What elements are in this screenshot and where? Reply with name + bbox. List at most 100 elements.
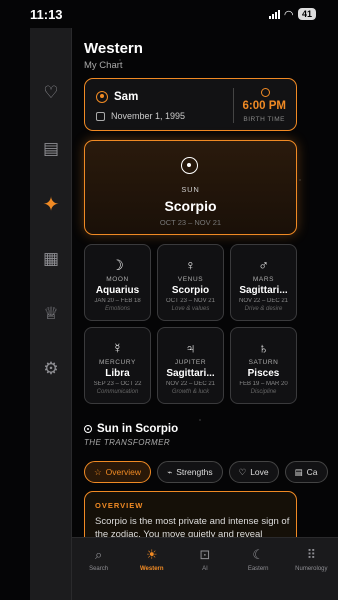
pulse-icon: ⌁ — [167, 466, 173, 477]
tab-label: Ca — [306, 467, 318, 477]
nav-label: Western — [139, 566, 164, 572]
heart-icon: ♡ — [238, 466, 247, 477]
planet-card-venus[interactable]: ♀ VENUS Scorpio OCT 23 – NOV 21 Love & v… — [157, 244, 224, 321]
mars-icon: ♂ — [258, 257, 269, 273]
moon-icon: ☾ — [252, 547, 264, 562]
planet-range: OCT 23 – NOV 21 — [166, 298, 215, 304]
planet-name: MARS — [252, 276, 275, 283]
planet-sign: Libra — [105, 368, 130, 379]
planet-description: Communication — [96, 389, 139, 395]
planet-name: SATURN — [248, 359, 279, 366]
wifi-icon: ◠ — [284, 8, 293, 21]
section-title: Sun in Scorpio — [84, 423, 178, 435]
status-indicators: ◠ 41 — [268, 8, 316, 21]
status-time: 11:13 — [30, 6, 63, 22]
settings-icon[interactable]: ⚙ — [41, 359, 61, 379]
nav-label: Eastern — [247, 566, 269, 572]
sun-icon — [84, 425, 92, 433]
planet-card-jupiter[interactable]: ♃ JUPITER Sagittari... NOV 22 – DEC 21 G… — [157, 327, 224, 404]
planet-card-mercury[interactable]: ☿ MERCURY Libra SEP 23 – OCT 22 Communic… — [84, 327, 151, 404]
overview-label: OVERVIEW — [95, 501, 144, 510]
tab-label: Love — [250, 467, 269, 477]
planet-range: JAN 20 – FEB 18 — [94, 298, 141, 304]
trophy-icon[interactable]: ♕ — [41, 304, 61, 324]
nav-label: AI — [202, 566, 208, 572]
planet-name: JUPITER — [174, 359, 207, 366]
page-title: Western — [84, 40, 143, 57]
planet-description: Discipline — [250, 389, 277, 395]
profile-card[interactable]: Sam November 1, 1995 6:00 PM BIRTH TIME — [84, 78, 297, 131]
planet-range: NOV 22 – DEC 21 — [165, 381, 216, 387]
side-rail: ♡ ▤ ✦ ▦ ♕ ⚙ — [30, 28, 72, 600]
planet-range: FEB 19 – MAR 20 — [239, 381, 288, 387]
profile-date-row: November 1, 1995 — [96, 111, 185, 121]
star-icon: ☆ — [94, 466, 102, 477]
venus-icon: ♀ — [185, 257, 196, 273]
planet-sign: Pisces — [247, 368, 280, 379]
user-icon — [96, 91, 108, 103]
sun-date-range: OCT 23 – NOV 21 — [159, 218, 222, 227]
planet-description: Emotions — [104, 306, 130, 312]
section-title-text: Sun in Scorpio — [97, 423, 179, 435]
planet-card-saturn[interactable]: ♄ SATURN Pisces FEB 19 – MAR 20 Discipli… — [230, 327, 297, 404]
sun-cloud-icon: ☀ — [145, 547, 158, 562]
profile-divider — [233, 88, 234, 123]
tab-overview[interactable]: ☆ Overview — [84, 461, 152, 483]
planet-grid: ☽ MOON Aquarius JAN 20 – FEB 18 Emotions… — [84, 244, 297, 404]
nav-western[interactable]: ☀ Western — [129, 547, 175, 600]
birth-time-label: BIRTH TIME — [243, 116, 285, 123]
calendar-icon — [96, 111, 105, 121]
briefcase-icon[interactable]: ▤ — [41, 139, 61, 159]
briefcase-icon: ▤ — [294, 466, 303, 477]
planet-range: NOV 22 – DEC 21 — [238, 298, 289, 304]
nav-label: Search — [89, 566, 109, 572]
planet-name: VENUS — [177, 276, 204, 283]
planet-description: Drive & desire — [244, 306, 283, 312]
clock-icon — [261, 88, 270, 97]
profile-name: Sam — [114, 91, 139, 103]
search-icon: ⌕ — [94, 547, 103, 562]
tab-love[interactable]: ♡ Love — [228, 461, 279, 483]
planet-description: Growth & luck — [171, 389, 210, 395]
tab-label: Strengths — [176, 467, 213, 477]
planet-card-mars[interactable]: ♂ MARS Sagittari... NOV 22 – DEC 21 Driv… — [230, 244, 297, 321]
sun-sign: Scorpio — [164, 198, 217, 214]
tab-bar: ☆ Overview ⌁ Strengths ♡ Love ▤ Ca — [84, 461, 338, 483]
sun-label: SUN — [181, 185, 200, 194]
planet-name: MOON — [106, 276, 129, 283]
nav-search[interactable]: ⌕ Search — [76, 547, 122, 600]
signal-icon — [268, 9, 280, 19]
tab-label: Overview — [105, 467, 142, 477]
heart-icon[interactable]: ♡ — [41, 83, 61, 103]
tab-strengths[interactable]: ⌁ Strengths — [157, 461, 223, 483]
planet-sign: Aquarius — [95, 285, 140, 296]
planet-description: Love & values — [171, 306, 210, 312]
nav-eastern[interactable]: ☾ Eastern — [235, 547, 281, 600]
sun-sign-card[interactable]: SUN Scorpio OCT 23 – NOV 21 — [84, 140, 297, 235]
sparkles-icon[interactable]: ✦ — [41, 194, 61, 216]
page-subtitle: My Chart — [84, 60, 123, 71]
saturn-icon: ♄ — [258, 340, 269, 356]
calendar-icon[interactable]: ▦ — [41, 249, 61, 269]
profile-name-row: Sam — [96, 91, 138, 103]
status-bar: 11:13 ◠ 41 — [0, 0, 338, 28]
tab-career[interactable]: ▤ Ca — [284, 461, 328, 483]
chip-icon: ⊡ — [199, 547, 211, 562]
moon-icon: ☽ — [111, 257, 124, 273]
sun-symbol-icon — [181, 157, 198, 174]
planet-range: SEP 23 – OCT 22 — [93, 381, 142, 387]
birth-time: 6:00 PM — [242, 100, 286, 112]
grid-icon: ⠿ — [306, 547, 317, 562]
nav-ai[interactable]: ⊡ AI — [182, 547, 228, 600]
jupiter-icon: ♃ — [185, 340, 196, 356]
nav-numerology[interactable]: ⠿ Numerology — [288, 547, 334, 600]
planet-sign: Scorpio — [171, 285, 210, 296]
nav-label: Numerology — [295, 566, 328, 572]
bottom-nav: ⌕ Search ☀ Western ⊡ AI ☾ Eastern ⠿ Nume… — [72, 537, 338, 600]
planet-sign: Sagittari... — [239, 285, 288, 296]
planet-sign: Sagittari... — [166, 368, 215, 379]
battery-indicator: 41 — [297, 8, 316, 20]
birth-date: November 1, 1995 — [111, 111, 186, 121]
section-subtitle: THE TRANSFORMER — [84, 438, 170, 447]
planet-card-moon[interactable]: ☽ MOON Aquarius JAN 20 – FEB 18 Emotions — [84, 244, 151, 321]
